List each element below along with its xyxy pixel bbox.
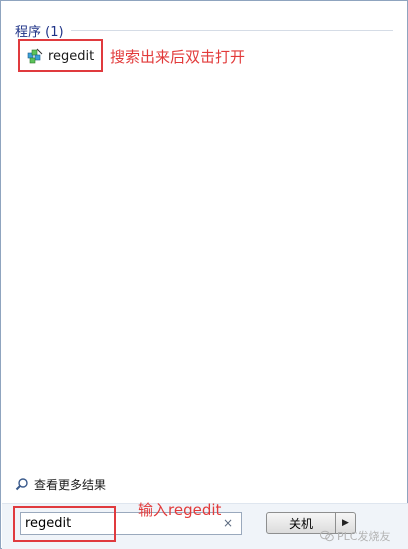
start-menu-panel: 程序 (1) regedit 搜索出来后双击打开 查看更多结果 ×: [0, 0, 408, 549]
program-result-label: regedit: [48, 48, 95, 64]
search-annotation: 输入regedit: [138, 501, 222, 519]
see-more-results-link[interactable]: 查看更多结果: [15, 475, 106, 493]
watermark-text: PLC发烧友: [337, 530, 391, 543]
magnifier-icon: [15, 477, 29, 491]
result-annotation: 搜索出来后双击打开: [110, 48, 246, 66]
watermark: PLC发烧友: [320, 528, 390, 544]
see-more-label: 查看更多结果: [34, 477, 107, 492]
program-result-regedit[interactable]: regedit: [23, 45, 99, 67]
programs-section-header: 程序 (1): [15, 21, 393, 41]
section-divider: [71, 30, 393, 31]
programs-header-label: 程序 (1): [15, 25, 64, 40]
clear-search-icon[interactable]: ×: [221, 516, 235, 530]
regedit-icon: [27, 48, 43, 64]
wechat-logo-icon: [320, 530, 334, 542]
